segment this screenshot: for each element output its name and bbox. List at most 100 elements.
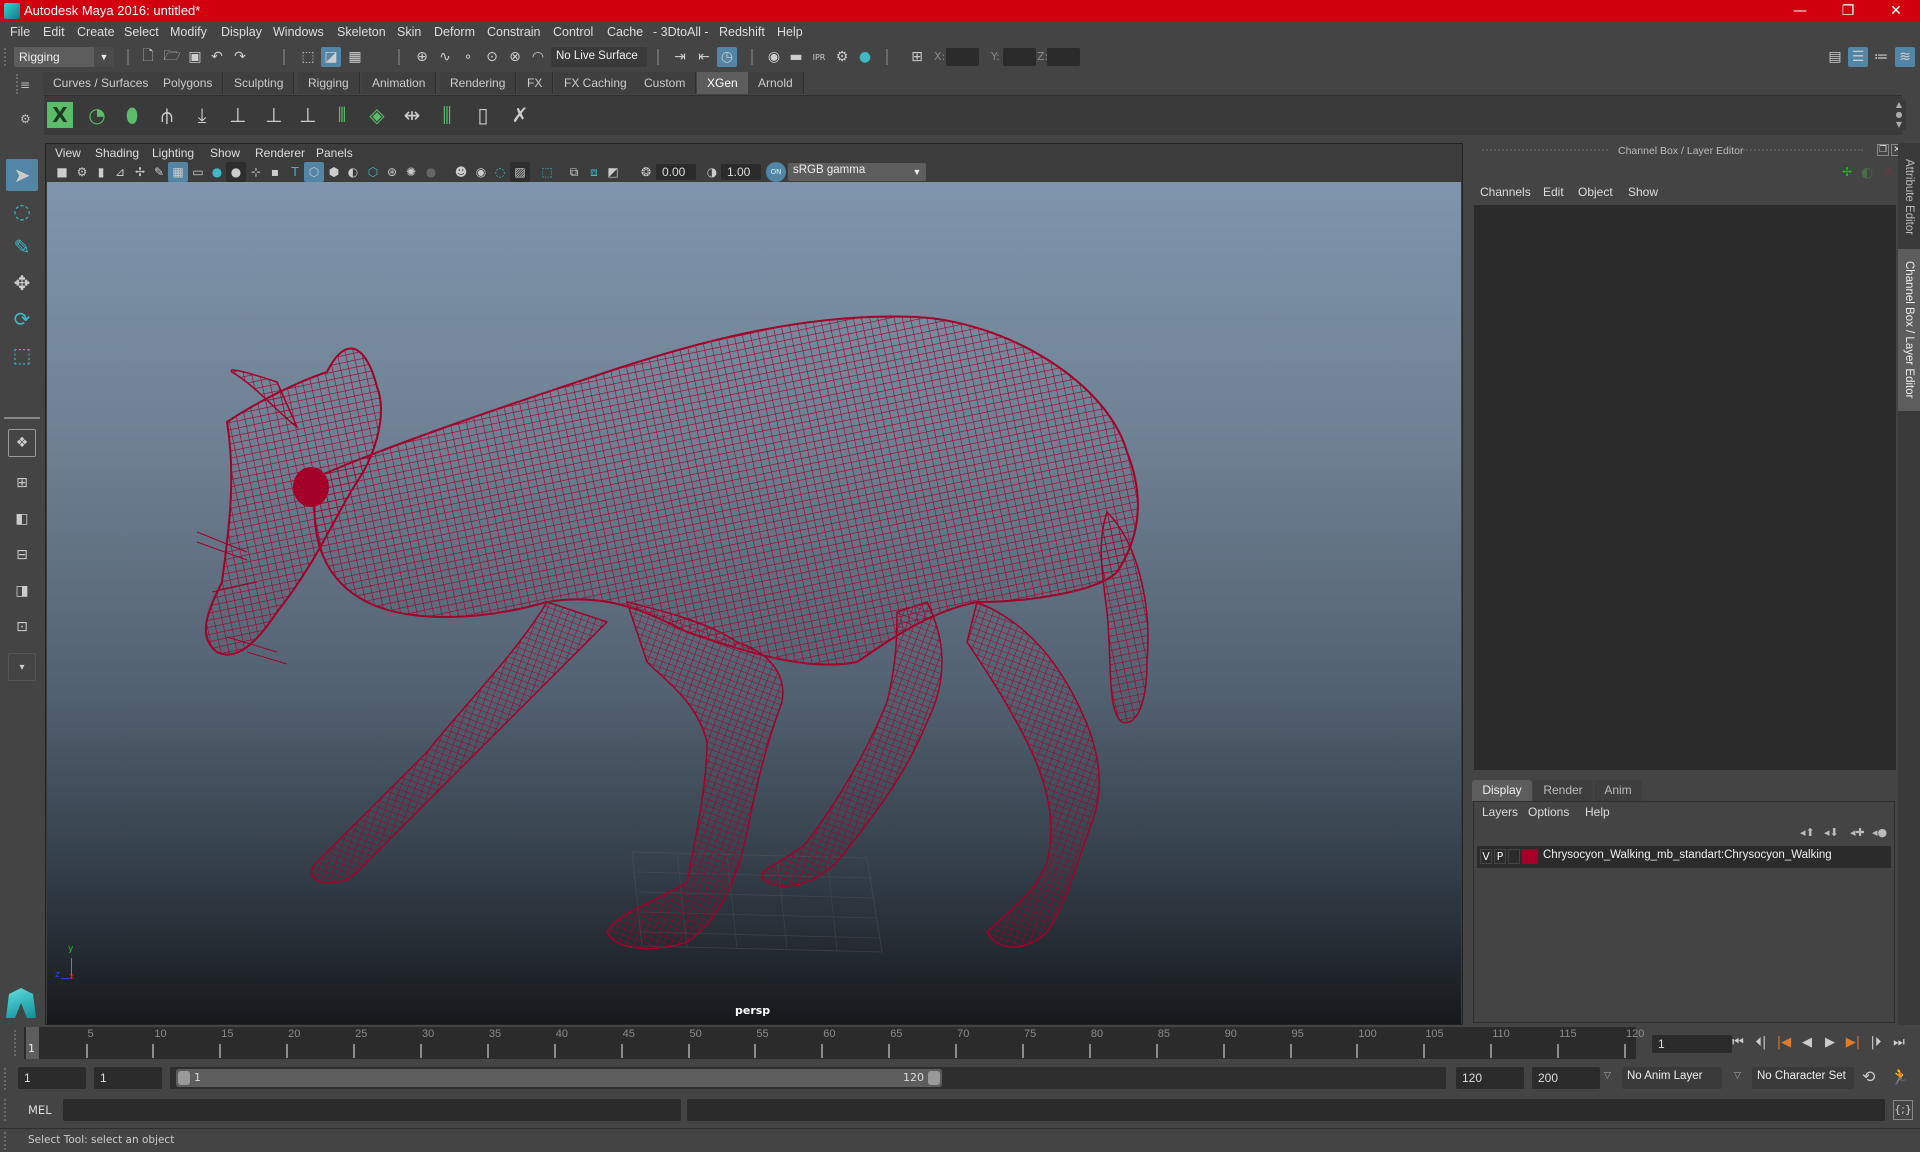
xray-icon[interactable]: ⬡ [363, 162, 383, 182]
time-slider[interactable]: 1 5 10 15 20 25 30 35 40 45 50 55 60 65 70 75 80 85 90 95 1… [24, 1027, 1644, 1059]
wireframe-canvas[interactable] [47, 182, 1461, 1024]
gamma-icon[interactable]: ◑ [702, 162, 722, 182]
y-field[interactable] [1003, 48, 1036, 66]
perspective-view[interactable]: y z x persp [47, 182, 1461, 1024]
isolate-select-icon[interactable]: ⬚ [537, 162, 557, 182]
field-chart-icon[interactable]: ⊹ [246, 162, 266, 182]
range-slider-bar[interactable]: 1 120 [176, 1069, 942, 1087]
scale-tool-icon[interactable]: ⬚ [6, 339, 38, 371]
cb-menu-object[interactable]: Object [1578, 185, 1613, 199]
render-view-icon[interactable]: ◉ [764, 47, 784, 67]
shelf-scroll[interactable]: ▲ ● ▼ [1892, 100, 1906, 130]
delete-guides-icon[interactable]: ✗ [505, 100, 535, 130]
menu-skeleton[interactable]: Skeleton [337, 25, 386, 39]
menu-3dtoall[interactable]: - 3DtoAll - [653, 25, 709, 39]
cmdline-drag-handle[interactable] [4, 1099, 8, 1121]
construction-history-icon[interactable]: ◷ [717, 47, 737, 67]
save-scene-icon[interactable]: ▣ [185, 47, 205, 67]
groom-bounds-icon[interactable]: ▯ [468, 100, 498, 130]
snap-to-curve-icon[interactable]: ∿ [435, 47, 455, 67]
persp-graph-outliner-layout-icon[interactable]: ⊡ [6, 611, 38, 643]
side-tab-attribute-editor[interactable]: Attribute Editor [1898, 147, 1920, 247]
menu-deform[interactable]: Deform [434, 25, 475, 39]
grid-icon[interactable]: ▦ [168, 162, 188, 182]
layer-name[interactable]: Chrysocyon_Walking_mb_standart:Chrysocyo… [1543, 849, 1832, 861]
input-ops-icon[interactable]: ⇥ [670, 47, 690, 67]
four-view-layout-icon[interactable]: ⊞ [6, 467, 38, 499]
step-forward-frame-button[interactable]: |⏵ [1866, 1035, 1886, 1053]
colorspace-dropdown[interactable]: sRGB gamma ▼ [788, 163, 926, 181]
layer-playback-toggle[interactable]: P [1494, 849, 1506, 864]
color-management-toggle[interactable]: ON [766, 162, 786, 182]
resolution-gate-icon[interactable]: ● [207, 162, 227, 182]
backface-culling-icon[interactable]: ◩ [603, 162, 623, 182]
channel-box-manip-icon[interactable]: ✢ [1842, 165, 1852, 179]
shelf-tab-fx[interactable]: FX [517, 72, 554, 94]
open-scene-icon[interactable]: 🗁 [162, 47, 182, 67]
snap-to-live-icon[interactable]: ⊗ [505, 47, 525, 67]
float-panel-icon[interactable]: ❐ [1877, 144, 1889, 156]
new-scene-icon[interactable]: 🗋 [138, 47, 158, 67]
layer-tab-render[interactable]: Render [1533, 780, 1593, 801]
character-set-dropdown-arrow[interactable]: ▽ [1734, 1071, 1741, 1081]
shelf-tab-rigging[interactable]: Rigging [298, 72, 360, 94]
2d-pan-zoom-icon[interactable]: ✢ [130, 162, 150, 182]
wireframe-on-shaded-icon[interactable]: ◐ [343, 162, 363, 182]
animation-start-field[interactable] [18, 1067, 86, 1089]
snap-to-view-plane-icon[interactable]: ⊙ [482, 47, 502, 67]
layout-options-icon[interactable]: ▾ [8, 653, 36, 681]
smooth-shade-icon[interactable]: ⬢ [324, 162, 344, 182]
vp-menu-show[interactable]: Show [210, 146, 240, 160]
anim-layer-dropdown-arrow[interactable]: ▽ [1604, 1071, 1611, 1081]
attribute-editor-toggle-icon[interactable]: ☰ [1848, 47, 1868, 67]
lock-guide-icon[interactable]: ⊥ [293, 100, 323, 130]
shelf-tab-animation[interactable]: Animation [362, 72, 437, 94]
animation-end-field[interactable] [1532, 1067, 1600, 1089]
vp-menu-view[interactable]: View [55, 146, 81, 160]
shelf-tab-custom[interactable]: Custom [634, 72, 697, 94]
snap-to-grid-icon[interactable]: ⊕ [412, 47, 432, 67]
grease-pencil-icon[interactable]: ✎ [149, 162, 169, 182]
menu-display[interactable]: Display [221, 25, 262, 39]
script-editor-icon[interactable]: {;} [1893, 1100, 1913, 1120]
panel-drag-handle[interactable] [1482, 149, 1608, 153]
persp-graph-layout-icon[interactable]: ⊟ [6, 539, 38, 571]
go-to-end-button[interactable]: ⏭ [1889, 1035, 1909, 1053]
panel-drag-handle[interactable] [1743, 149, 1863, 153]
anim-layer-dropdown[interactable]: No Anim Layer [1622, 1067, 1722, 1089]
lasso-tool-icon[interactable]: ◌ [6, 195, 38, 227]
new-layer-from-selected-icon[interactable]: ◂● [1872, 826, 1887, 839]
shelf-tab-rendering[interactable]: Rendering [440, 72, 517, 94]
step-back-frame-button[interactable]: ⏴| [1751, 1035, 1771, 1053]
range-max-handle[interactable] [928, 1071, 940, 1085]
layer-display-type-toggle[interactable] [1508, 849, 1520, 864]
motion-blur-icon[interactable]: ◉ [471, 162, 491, 182]
z-field[interactable] [1047, 48, 1080, 66]
select-by-hierarchy-icon[interactable]: ⬚ [298, 47, 318, 67]
menu-modify[interactable]: Modify [170, 25, 207, 39]
ipr-render-icon[interactable]: IPR [809, 47, 829, 67]
cb-menu-edit[interactable]: Edit [1543, 185, 1564, 199]
vp-menu-shading[interactable]: Shading [95, 146, 139, 160]
step-forward-key-button[interactable]: ▶| [1843, 1035, 1863, 1053]
select-by-component-icon[interactable]: ▦ [345, 47, 365, 67]
drag-handle[interactable] [4, 48, 8, 66]
menu-constrain[interactable]: Constrain [487, 25, 541, 39]
go-to-start-button[interactable]: ⏮ [1728, 1035, 1748, 1053]
interactive-groom-icon[interactable]: ⫼ [432, 100, 462, 130]
layer-tab-display[interactable]: Display [1472, 780, 1532, 801]
side-tab-channel-box[interactable]: Channel Box / Layer Editor [1898, 249, 1920, 411]
move-layer-down-icon[interactable]: ◂⬇ [1824, 826, 1839, 839]
shelf-settings-icon[interactable]: ⚙ [20, 112, 32, 126]
x-field[interactable] [946, 48, 979, 66]
layer-menu-help[interactable]: Help [1585, 805, 1610, 819]
maximize-button[interactable]: ❐ [1828, 0, 1868, 22]
safe-action-icon[interactable]: ▪ [265, 162, 285, 182]
undo-icon[interactable]: ↶ [207, 47, 227, 67]
shelf-menu-icon[interactable]: ≡ [20, 78, 32, 92]
exposure-field[interactable] [656, 164, 696, 180]
use-all-lights-icon[interactable]: ✺ [401, 162, 421, 182]
hypershade-icon[interactable]: ● [855, 47, 875, 67]
channel-box-hyper-icon[interactable]: ↗ [1881, 165, 1893, 181]
animation-preferences-icon[interactable]: 🏃 [1890, 1067, 1910, 1086]
